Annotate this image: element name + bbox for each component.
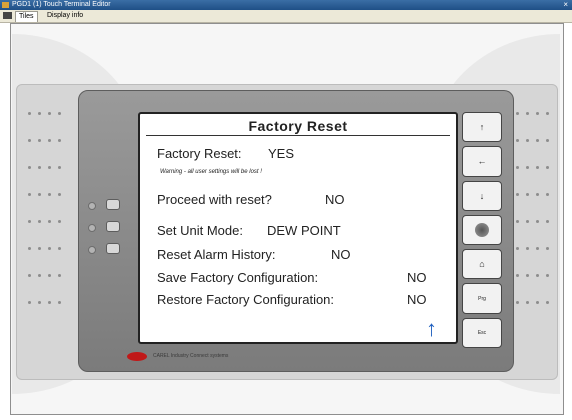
status-led-panel [88,196,132,262]
setting-label: Reset Alarm History: [157,247,276,262]
setting-value[interactable]: NO [407,292,427,307]
led-key[interactable] [106,221,120,232]
tab-display-info[interactable]: Display info [44,11,86,21]
speaker-grille-right [516,112,549,304]
setting-value[interactable]: NO [325,192,345,207]
home-button[interactable]: ⌂ [462,249,502,280]
brand-logo-icon [127,352,147,361]
up-arrow-icon: ↑ [479,122,485,133]
title-divider [146,135,450,136]
close-icon[interactable]: × [563,0,568,10]
setting-value[interactable]: DEW POINT [267,223,341,238]
setting-label: Set Unit Mode: [157,223,243,238]
setting-value[interactable]: YES [268,146,294,161]
warning-text: Warning - all user settings will be lost… [160,169,262,175]
setting-factory-reset[interactable]: Factory Reset: YES [157,146,294,161]
tab-tiles[interactable]: Tiles [15,11,38,22]
led-key[interactable] [106,243,120,254]
setting-label: Restore Factory Configuration: [157,292,335,307]
status-led [88,202,96,210]
down-arrow-icon: ↓ [479,190,485,201]
setting-unit-mode[interactable]: Set Unit Mode: DEW POINT [157,223,341,238]
alarm-icon [475,222,489,237]
window-titlebar: PGD1 (1) Touch Terminal Editor × [0,0,572,10]
enter-button[interactable]: ← [462,146,502,177]
led-row [88,218,132,240]
status-led [88,246,96,254]
led-row [88,196,132,218]
esc-button[interactable]: Esc [462,317,502,348]
alarm-button[interactable] [462,214,502,246]
led-row [88,240,132,262]
setting-reset-alarm-history[interactable]: Reset Alarm History: NO [157,247,351,262]
setting-value[interactable]: NO [407,270,427,285]
setting-value[interactable]: NO [331,247,351,262]
menu-bar: Tiles Display info [0,10,572,23]
up-arrow-icon[interactable]: ↑ [426,318,437,340]
app-icon [2,2,9,8]
setting-label: Save Factory Configuration: [157,270,319,285]
setting-label: Proceed with reset? [157,192,272,207]
setting-restore-factory-config[interactable]: Restore Factory Configuration: NO [157,292,427,307]
toolbar-icon[interactable] [3,12,12,19]
led-key[interactable] [106,199,120,210]
down-button[interactable]: ↓ [462,180,502,211]
enter-arrow-icon: ← [477,156,487,167]
speaker-grille-left [28,112,61,304]
keypad: ↑ ← ↓ ⌂ Prg Esc [462,112,506,348]
brand-text: CAREL Industry Connect systems [153,353,229,359]
esc-key-label: Esc [477,329,487,336]
home-icon: ⌂ [479,259,485,270]
lcd-screen: Factory Reset Factory Reset: YES Warning… [138,112,458,344]
window-title: PGD1 (1) Touch Terminal Editor [12,1,111,8]
setting-label: Factory Reset: [157,146,242,161]
up-button[interactable]: ↑ [462,112,502,143]
status-led [88,224,96,232]
setting-save-factory-config[interactable]: Save Factory Configuration: NO [157,270,427,285]
setting-proceed-reset[interactable]: Proceed with reset? NO [157,192,345,207]
prg-button[interactable]: Prg [462,283,502,314]
prg-key-label: Prg [478,295,486,302]
screen-title: Factory Reset [248,118,348,134]
